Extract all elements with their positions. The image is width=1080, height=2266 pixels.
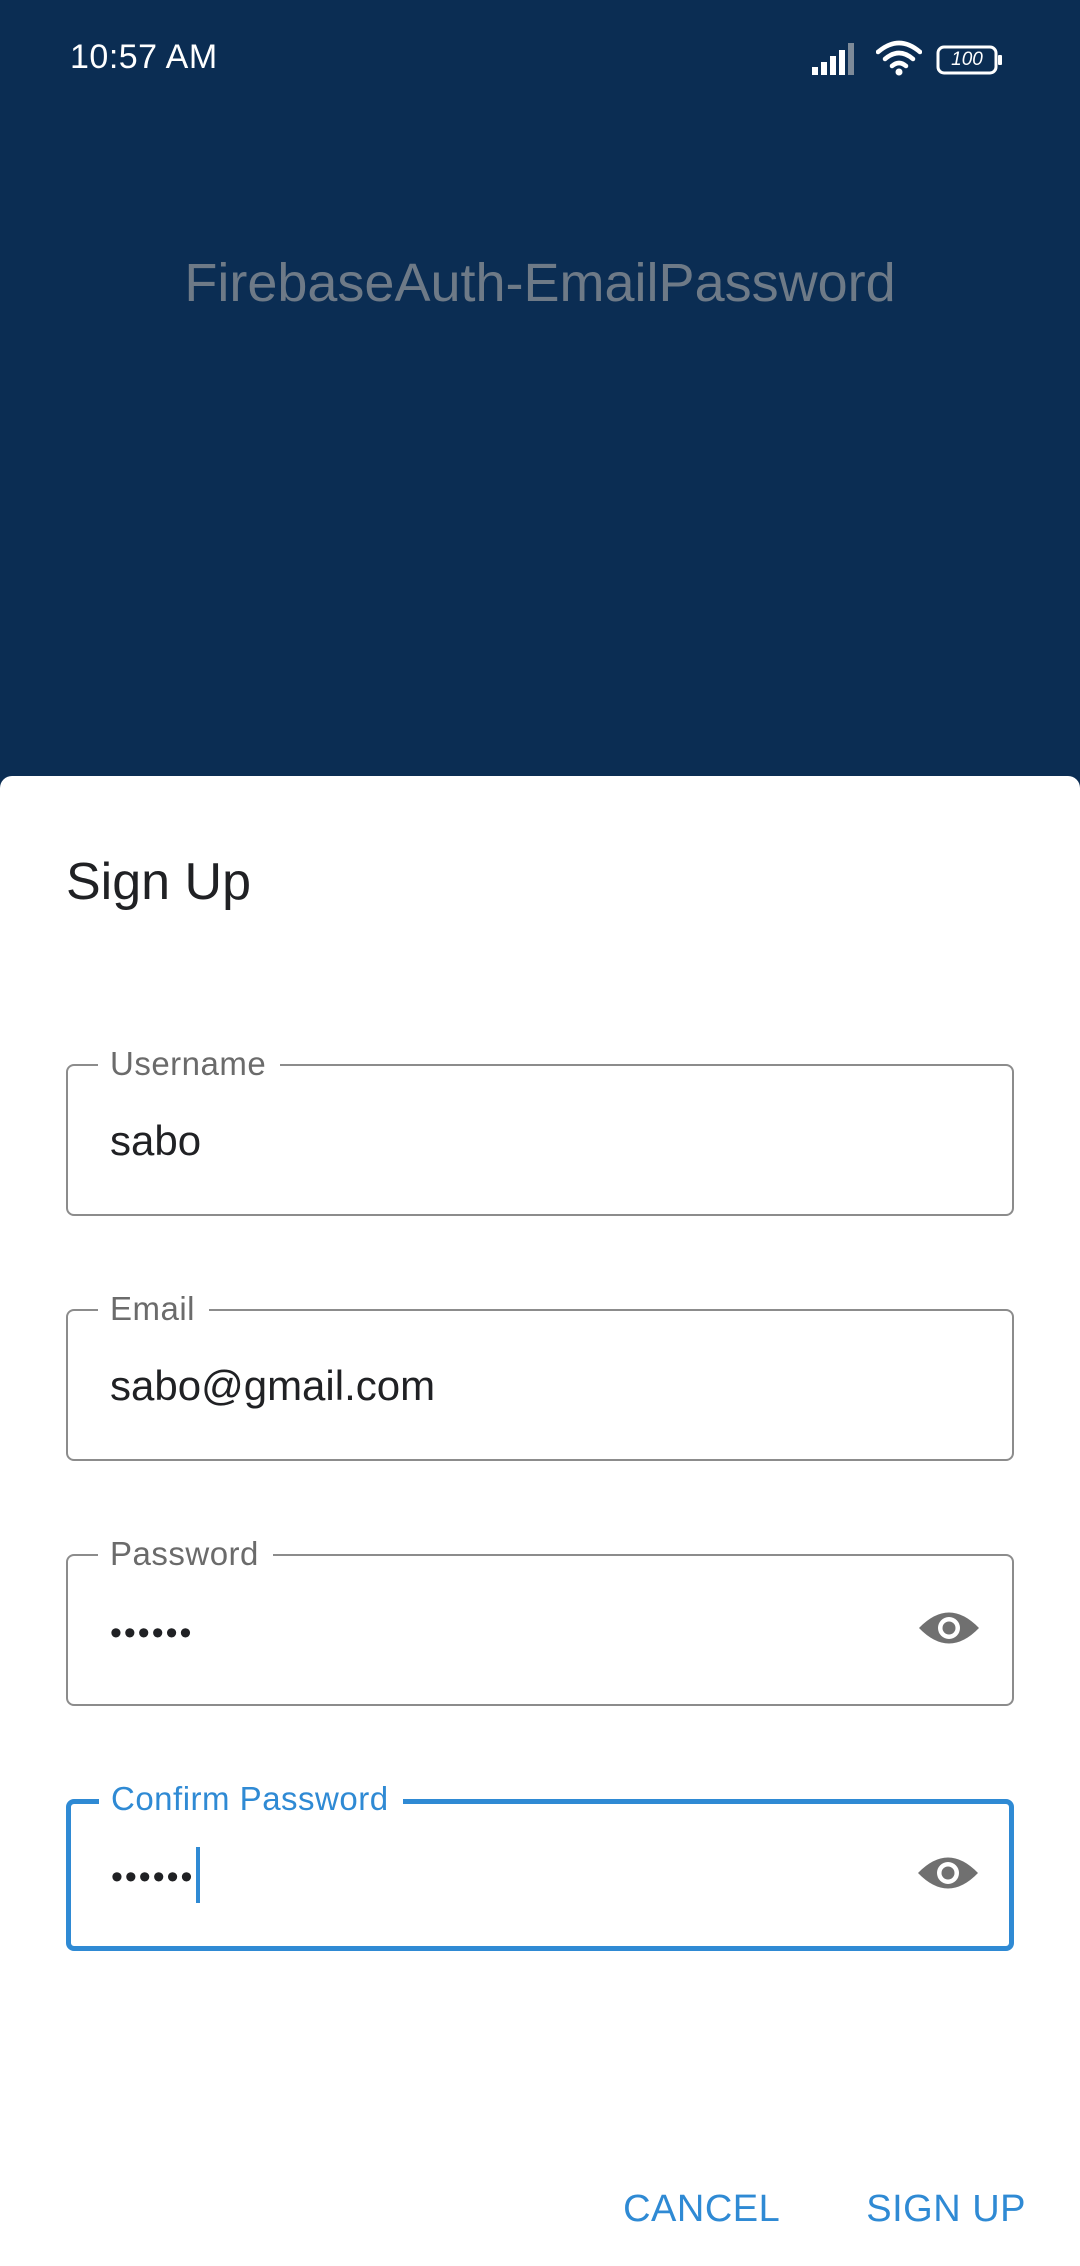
signal-icon bbox=[812, 41, 862, 80]
app-title: FirebaseAuth-EmailPassword bbox=[184, 253, 896, 313]
status-icons: 100 bbox=[812, 40, 1004, 80]
password-field[interactable]: Password •••••• bbox=[66, 1532, 1014, 1706]
password-label: Password bbox=[98, 1532, 273, 1576]
dialog-title: Sign Up bbox=[66, 853, 251, 911]
status-time: 10:57 AM bbox=[70, 38, 218, 76]
sign-up-dialog: Sign Up Username sabo Email sabo@gmail.c… bbox=[0, 776, 1080, 2266]
battery-level: 100 bbox=[951, 49, 983, 70]
password-input[interactable]: •••••• bbox=[110, 1608, 193, 1658]
text-cursor bbox=[196, 1847, 201, 1903]
app-background bbox=[0, 0, 1080, 800]
sign-up-button[interactable]: SIGN UP bbox=[866, 2188, 1026, 2231]
username-label: Username bbox=[98, 1042, 281, 1086]
confirm-password-label: Confirm Password bbox=[99, 1777, 403, 1821]
dialog-actions: CANCEL SIGN UP bbox=[623, 2188, 1026, 2231]
eye-icon bbox=[917, 1607, 981, 1654]
eye-icon bbox=[916, 1852, 980, 1899]
confirm-password-input-wrapper[interactable]: •••••• bbox=[111, 1847, 201, 1907]
username-field[interactable]: Username sabo bbox=[66, 1042, 1014, 1216]
email-field[interactable]: Email sabo@gmail.com bbox=[66, 1287, 1014, 1461]
username-input[interactable]: sabo bbox=[110, 1116, 201, 1166]
cancel-button[interactable]: CANCEL bbox=[623, 2188, 780, 2231]
confirm-password-field[interactable]: Confirm Password •••••• bbox=[66, 1777, 1014, 1951]
email-input[interactable]: sabo@gmail.com bbox=[110, 1361, 435, 1411]
confirm-password-visibility-toggle[interactable] bbox=[915, 1842, 981, 1908]
wifi-icon bbox=[875, 40, 923, 81]
confirm-password-input[interactable]: •••••• bbox=[111, 1858, 194, 1896]
status-bar: 10:57 AM 100 bbox=[0, 0, 1080, 120]
battery-icon: 100 bbox=[936, 43, 1004, 77]
email-label: Email bbox=[98, 1287, 210, 1331]
password-visibility-toggle[interactable] bbox=[916, 1597, 982, 1663]
